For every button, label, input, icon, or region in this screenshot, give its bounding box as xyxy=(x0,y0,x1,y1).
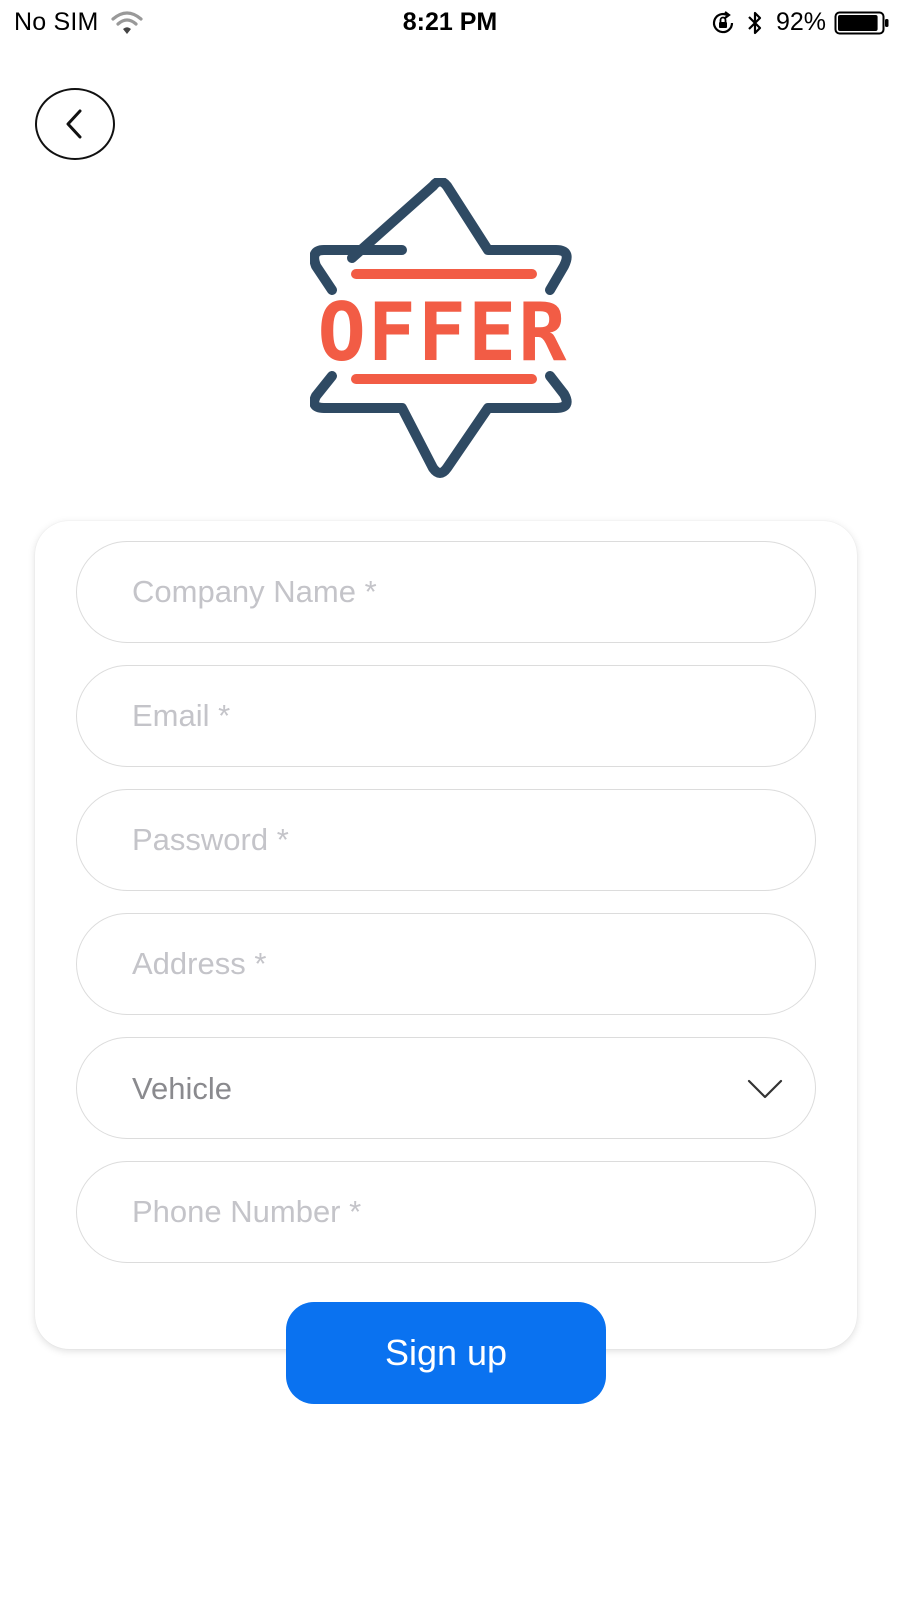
status-right: 92% xyxy=(710,8,890,37)
address-input[interactable] xyxy=(77,914,815,1014)
orientation-lock-icon xyxy=(712,10,734,33)
vehicle-select[interactable]: Vehicle xyxy=(76,1037,816,1139)
signup-screen: No SIM 8:21 PM 92% OFFER Company Name * … xyxy=(0,0,900,1600)
email-field xyxy=(76,665,816,767)
signup-form-card: Vehicle xyxy=(35,521,857,1349)
signup-button[interactable]: Sign up xyxy=(286,1302,606,1404)
bluetooth-icon xyxy=(748,11,762,34)
chevron-down-icon xyxy=(747,1079,783,1099)
status-bar: No SIM 8:21 PM 92% xyxy=(0,0,900,48)
back-button[interactable] xyxy=(35,88,115,160)
phone-number-input[interactable] xyxy=(77,1162,815,1262)
password-field xyxy=(76,789,816,891)
logo-text: OFFER xyxy=(318,286,569,379)
offer-logo: OFFER xyxy=(310,178,572,478)
phone-number-field xyxy=(76,1161,816,1263)
email-input[interactable] xyxy=(77,666,815,766)
password-input[interactable] xyxy=(77,790,815,890)
company-name-field xyxy=(76,541,816,643)
back-arrow-icon xyxy=(66,109,82,139)
company-name-input[interactable] xyxy=(77,542,815,642)
address-field xyxy=(76,913,816,1015)
vehicle-select-value: Vehicle xyxy=(132,1071,232,1106)
battery-percent: 92% xyxy=(775,8,826,36)
battery-icon xyxy=(834,11,889,34)
